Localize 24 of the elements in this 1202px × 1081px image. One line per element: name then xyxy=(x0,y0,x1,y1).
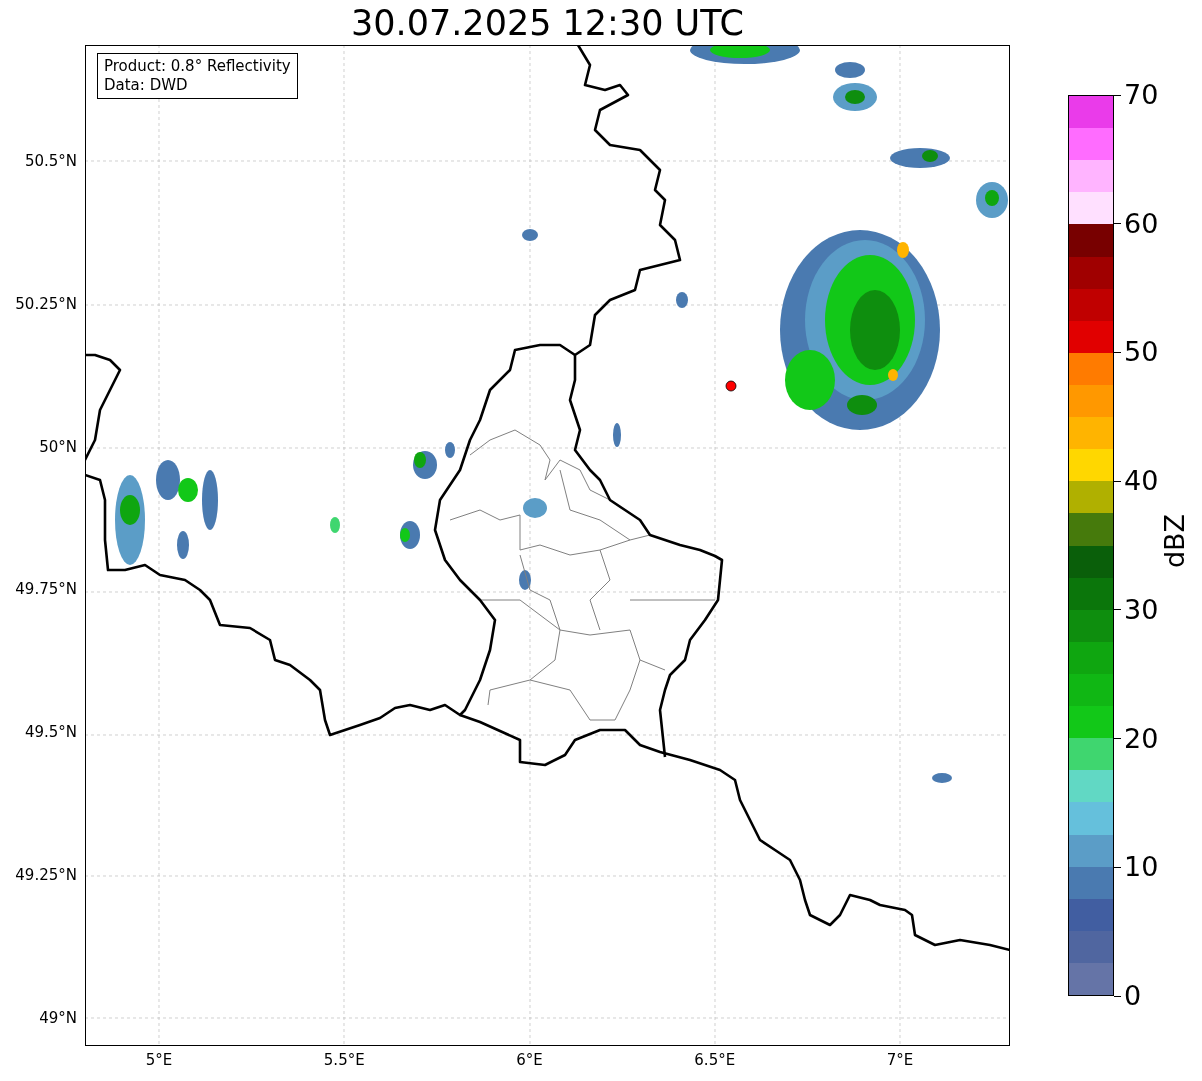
longitude-label: 6.5°E xyxy=(694,1051,736,1069)
colorbar-axis-label: dBZ xyxy=(1159,513,1192,569)
latitude-label: 50°N xyxy=(39,437,77,456)
latitude-label: 50.25°N xyxy=(15,294,77,313)
longitude-label: 6°E xyxy=(516,1051,543,1069)
colorbar-tick-label: 0 xyxy=(1124,980,1142,1012)
colorbar-tick-label: 50 xyxy=(1124,336,1159,369)
colorbar-tick-label: 20 xyxy=(1124,722,1159,755)
info-text: Data: DWD xyxy=(104,76,189,95)
colorbar-tick-label: 10 xyxy=(1124,851,1159,884)
longitude-label: 5.5°E xyxy=(323,1051,365,1069)
latitude-label: 49°N xyxy=(39,1008,77,1027)
colorbar-tick-label: 70 xyxy=(1124,79,1159,111)
colorbar-tick-label: 60 xyxy=(1124,207,1159,240)
latitude-label: 49.25°N xyxy=(15,866,77,884)
latitude-label: 50.5°N xyxy=(24,152,77,170)
info-text: Product: 0.8° Reflectivity xyxy=(104,57,291,76)
chart-title: 30.07.2025 12:30 UTC xyxy=(351,2,744,45)
longitude-label: 5°E xyxy=(145,1051,173,1069)
colorbar-tick-label: 30 xyxy=(1124,593,1159,626)
colorbar-tick-label: 40 xyxy=(1124,465,1159,498)
latitude-label: 49.75°N xyxy=(15,580,77,599)
longitude-label: 7°E xyxy=(886,1051,914,1069)
latitude-label: 49.5°N xyxy=(24,723,77,742)
